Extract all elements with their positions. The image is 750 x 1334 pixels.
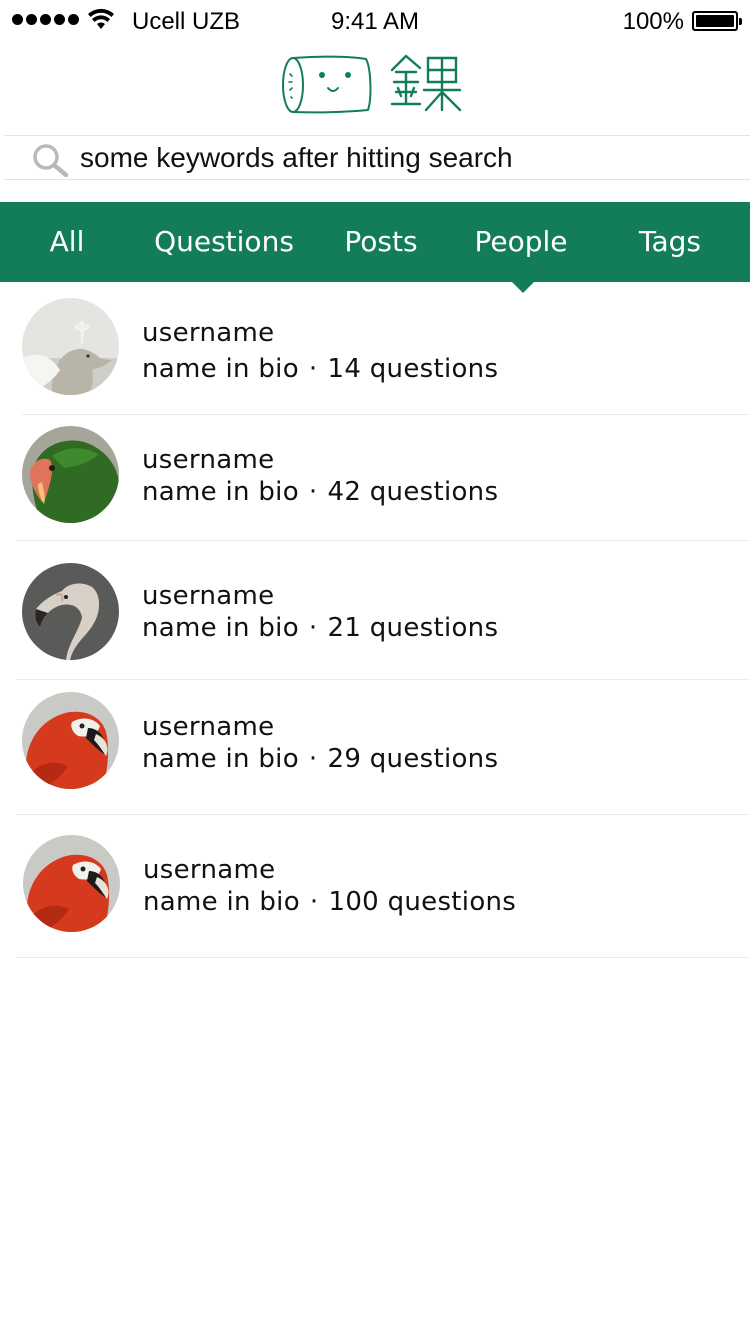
tab-people[interactable]: People <box>462 202 580 282</box>
tab-questions[interactable]: Questions <box>150 202 298 282</box>
battery-percentage: 100% <box>622 8 684 35</box>
avatar[interactable] <box>22 563 119 660</box>
avatar[interactable] <box>22 692 119 789</box>
person-bio: name in bio <box>142 613 299 643</box>
avatar[interactable] <box>22 426 119 523</box>
person-row[interactable]: username name in bio · 100 questions <box>0 815 750 958</box>
question-count: 42 questions <box>327 477 499 507</box>
avatar[interactable] <box>23 835 120 932</box>
tab-bar: All Questions Posts People Tags <box>0 202 750 282</box>
meta-separator: · <box>308 354 318 384</box>
meta-separator: · <box>308 744 318 774</box>
tab-tags[interactable]: Tags <box>628 202 712 282</box>
person-row[interactable]: username name in bio · 21 questions <box>0 541 750 680</box>
person-username[interactable]: username <box>142 318 274 348</box>
battery-icon <box>692 11 742 31</box>
question-count: 29 questions <box>327 744 499 774</box>
meta-separator: · <box>308 613 318 643</box>
person-username[interactable]: username <box>142 712 274 742</box>
white-peacock-avatar <box>22 298 119 395</box>
person-bio: name in bio <box>142 477 299 507</box>
person-row[interactable]: username name in bio · 42 questions <box>0 415 750 541</box>
person-meta: name in bio · 42 questions <box>142 477 498 507</box>
person-meta: name in bio · 21 questions <box>142 613 498 643</box>
app-logo[interactable] <box>278 52 462 118</box>
avatar[interactable] <box>22 298 119 395</box>
tab-all[interactable]: All <box>30 202 104 282</box>
row-divider <box>16 957 750 958</box>
question-count: 100 questions <box>328 887 517 917</box>
person-bio: name in bio <box>143 887 300 917</box>
person-meta: name in bio · 29 questions <box>142 744 498 774</box>
meta-separator: · <box>309 887 319 917</box>
meta-separator: · <box>308 477 318 507</box>
search-input[interactable] <box>80 140 740 176</box>
person-bio: name in bio <box>142 354 299 384</box>
tab-posts[interactable]: Posts <box>336 202 426 282</box>
scarlet-macaw-avatar <box>23 835 120 932</box>
green-parrot-avatar <box>22 426 119 523</box>
person-bio: name in bio <box>142 744 299 774</box>
person-username[interactable]: username <box>142 581 274 611</box>
status-bar: Ucell UZB 9:41 AM 100% <box>0 0 750 40</box>
flamingo-avatar <box>22 563 119 660</box>
person-row[interactable]: username name in bio · 14 questions <box>0 282 750 415</box>
search-icon[interactable] <box>32 143 70 177</box>
person-row[interactable]: username name in bio · 29 questions <box>0 680 750 815</box>
question-count: 21 questions <box>327 613 499 643</box>
smiling-scroll-logo <box>282 55 372 114</box>
person-username[interactable]: username <box>143 855 275 885</box>
person-username[interactable]: username <box>142 445 274 475</box>
search-bar <box>4 135 750 180</box>
chinese-glyph-logo <box>390 54 462 112</box>
person-meta: name in bio · 100 questions <box>143 887 516 917</box>
question-count: 14 questions <box>327 354 499 384</box>
scarlet-macaw-avatar <box>22 692 119 789</box>
person-meta: name in bio · 14 questions <box>142 354 498 384</box>
